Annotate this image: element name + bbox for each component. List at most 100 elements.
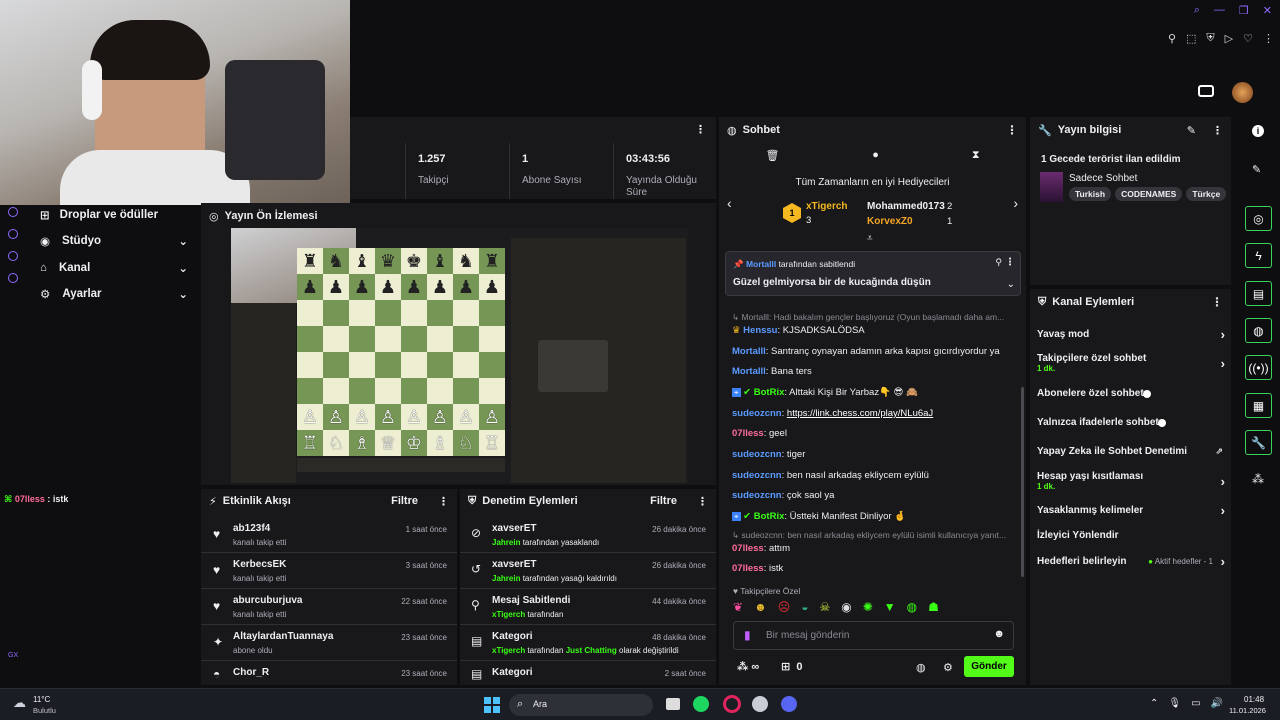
gifters-prev-button[interactable]: ‹ [727,195,732,211]
mic-icon[interactable]: ▮ [744,628,751,642]
minimize-icon[interactable]: — [1214,4,1225,17]
windows-start-icon[interactable] [484,697,500,713]
activity-filter-button[interactable]: Filtre [391,495,418,507]
mic-icon[interactable]: 🎙 [1168,698,1181,709]
list-item[interactable]: ⚲ Mesaj Sabitlendi xTigerch tarafından 44 d… [460,589,716,625]
network-icon[interactable]: ▭ [1191,698,1200,709]
emote-butterfly-icon[interactable]: ❦ [733,600,743,614]
sidebar-document-icon[interactable]: ▤ [1245,281,1272,306]
emote-face-icon[interactable]: ☻ [754,600,767,614]
sidebar-bolt-icon[interactable]: ϟ [1245,243,1272,268]
trash-icon[interactable]: 🗑 [765,149,779,162]
stats-menu-icon[interactable]: ⋮ [695,123,706,136]
tag-chip[interactable]: Turkish [1069,187,1112,201]
action-ai-moderation[interactable]: Yapay Zeka ile Sohbet Denetimi ⇗ [1037,446,1225,457]
emoji-icon[interactable]: ☻ [993,628,1005,640]
category-name[interactable]: Sadece Sohbet [1069,173,1137,184]
chat-message[interactable]: ♛ Henssu: KJSADKSALÖDSA [732,325,865,336]
stream-preview-video[interactable]: ♜ ♞ ♝ ♛ ♚ ♝ ♞ ♜ ♟ ♟ ♟ ♟ ♟ ♟ ♟ ♟ ♙ ♙ ♙ ♙ ♙ ♙ ♙ ♙ ♖ ♘ ♗ ♕ ♔ ♗ ♘ ♖ [231,228,688,483]
heart-icon[interactable]: ♡ [1243,32,1253,45]
rail-icon-1[interactable] [8,207,18,217]
points-area[interactable]: ⁂ ∞ [737,660,759,673]
edit-icon[interactable]: ✎ [1187,124,1196,137]
chat-message[interactable]: 07lless: istk [732,563,783,574]
chat-message[interactable]: ⌖ ✔ BotRix: Alttaki Kişi Bir Yarbaz👇 😎 🙈 [732,387,918,398]
chat-message[interactable]: sudeozcnn: çok saol ya [732,490,834,501]
shield-icon[interactable]: ⛨ [1206,32,1214,45]
avatar[interactable] [1232,82,1253,103]
stream-info-menu-icon[interactable]: ⋮ [1212,124,1223,137]
weather-temp[interactable]: 11°C [33,695,50,704]
rail-icon-3[interactable] [8,251,18,261]
action-raid[interactable]: İzleyici Yönlendir [1037,530,1225,541]
taskbar-discord-icon[interactable] [781,696,797,712]
pinned-message[interactable]: 📌 Mortalll tarafından sabitlendi Güzel g… [725,251,1021,296]
sidebar-points-icon[interactable]: ⁂ [1252,472,1264,486]
nav-item-settings[interactable]: ⚙ Ayarlar ⌄ [40,287,188,301]
taskbar-spotify-icon[interactable] [693,696,709,712]
emote-skull-icon[interactable]: ☠ [819,600,830,614]
list-item[interactable]: ▤ Kategori xTigerch tarafından Just Chatti… [460,625,716,661]
taskbar-files-icon[interactable] [666,698,680,710]
list-item[interactable]: ♥ ab123f4 kanalı takip etti 1 saat önce [201,517,457,553]
tag-chip[interactable]: Türkçe [1186,187,1227,201]
weather-desc[interactable]: Bulutlu [33,706,56,715]
pencil-icon[interactable]: ✎ [1252,163,1261,176]
sidebar-broadcast-icon[interactable]: ((•)) [1245,355,1272,380]
chat-message[interactable]: 07lless: attım [732,543,790,554]
unpin-icon[interactable]: ⚲ [995,257,1002,268]
rail-icon-2[interactable] [8,229,18,239]
header-tool-icon[interactable] [1198,85,1214,97]
play-icon[interactable]: ▷ [1225,32,1233,45]
pinned-menu-icon[interactable]: ⋮ [1005,257,1015,268]
emote-ball-icon[interactable]: ◉ [841,600,851,614]
emote-angry-icon[interactable]: ☹ [778,600,791,614]
clock-date[interactable]: 11.01.2026 [1229,706,1266,715]
send-button[interactable]: Gönder [964,656,1014,677]
action-slow-mode[interactable]: Yavaş mod › [1037,327,1225,342]
chat-message[interactable]: Mortalll: Bana ters [732,366,812,377]
chat-message[interactable]: sudeozcnn: tiger [732,449,805,460]
taskbar-search[interactable]: ⌕ Ara [509,694,653,716]
pinned-expand-icon[interactable]: ⌄ [1007,279,1015,290]
chat-input-box[interactable]: ▮ Bir mesaj gönderin ☻ [733,621,1014,650]
gift-area[interactable]: ⊞ 0 [781,660,802,673]
chat-bubble-icon[interactable]: ● [872,149,879,162]
action-emote-only[interactable]: Yalnızca ifadelerle sohbet [1037,417,1225,428]
chat-menu-icon[interactable]: ⋮ [1006,123,1018,137]
menu-icon[interactable]: ⋮ [1263,32,1274,45]
list-item[interactable]: ♥ aburcuburjuva kanalı takip etti 22 saat ö… [201,589,457,625]
taskbar-opera-icon[interactable] [723,695,741,713]
search-icon[interactable]: ⌕ [1194,4,1200,17]
emote-green-icon[interactable]: ✺ [863,600,873,614]
nav-item-studio[interactable]: ◉ Stüdyo ⌄ [40,234,188,248]
chat-message[interactable]: sudeozcnn: ben nasıl arkadaş ekliycem ey… [732,470,929,481]
chat-message[interactable]: 07lless: geel [732,428,787,439]
rail-icon-4[interactable] [8,273,18,283]
sidebar-chat-icon[interactable]: ◍ [1245,318,1272,343]
restore-icon[interactable]: ❐ [1239,4,1249,17]
sidebar-wrench-icon[interactable]: 🔧 [1245,430,1272,455]
taskbar-steam-icon[interactable] [752,696,768,712]
chat-emote-button[interactable]: ◍ [916,661,926,674]
nav-item-channel[interactable]: ⌂ Kanal ⌄ [40,261,188,275]
hourglass-icon[interactable]: ⧗ [972,149,980,162]
action-account-age[interactable]: Hesap yaşı kısıtlaması 1 dk. › [1037,471,1225,491]
chat-message[interactable]: ⌖ ✔ BotRix: Üstteki Manifest Dinliyor 🤞 [732,511,906,522]
action-subs-only[interactable]: Abonelere özel sohbet [1037,388,1225,399]
capture-icon[interactable]: ⬚ [1186,32,1196,45]
info-icon[interactable]: i [1252,125,1264,137]
chevron-up-icon[interactable]: ⌃ [1150,698,1158,709]
chat-scrollbar[interactable] [1021,387,1024,577]
chat-link[interactable]: https://link.chess.com/play/NLu6aJ [787,408,933,419]
activity-menu-icon[interactable]: ⋮ [438,495,449,508]
channel-actions-menu-icon[interactable]: ⋮ [1211,295,1223,309]
emote-cup-icon[interactable]: ▼ [884,600,896,614]
action-goals[interactable]: Hedefleri belirleyin ● Aktif hedefler - 1… [1037,554,1225,569]
emote-chat-icon[interactable]: ◍ [907,600,917,614]
chat-message[interactable]: Mortalll: Santranç oynayan adamın arka k… [732,346,1000,357]
chat-settings-icon[interactable]: ⚙ [943,661,953,674]
emote-blob-icon[interactable]: ☗ [928,600,939,614]
close-icon[interactable]: ✕ [1263,4,1272,17]
tag-chip[interactable]: CODENAMES [1115,187,1183,201]
